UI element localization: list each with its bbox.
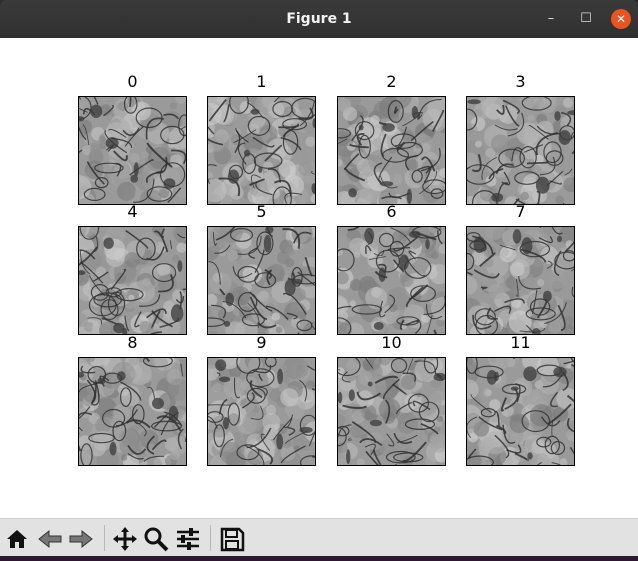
panel-title: 1 [256, 72, 267, 91]
toolbar-separator [210, 525, 211, 551]
back-icon[interactable] [36, 525, 64, 553]
panel-title: 9 [256, 333, 267, 352]
navigation-toolbar [0, 518, 638, 557]
em-image-panel [78, 226, 187, 335]
em-image-panel [207, 357, 316, 466]
em-image-panel [78, 96, 187, 205]
panel-title: 8 [127, 333, 138, 352]
em-image-panel [337, 357, 446, 466]
em-image-panel [337, 226, 446, 335]
em-image-panel [337, 96, 446, 205]
em-image-panel [466, 226, 575, 335]
panel-title: 4 [127, 202, 138, 221]
panel-title: 6 [386, 202, 397, 221]
em-image-panel [207, 96, 316, 205]
forward-icon[interactable] [67, 525, 95, 553]
minimize-button[interactable]: – [541, 9, 561, 29]
close-button[interactable]: ✕ [611, 9, 631, 29]
configure-subplots-icon[interactable] [174, 525, 202, 553]
panel-title: 10 [381, 333, 402, 352]
panel-title: 3 [515, 72, 526, 91]
panel-title: 5 [256, 202, 267, 221]
panel-title: 0 [127, 72, 138, 91]
terminal-strip [0, 556, 638, 561]
save-icon[interactable] [218, 525, 246, 553]
zoom-icon[interactable] [142, 525, 170, 553]
em-image-panel [78, 357, 187, 466]
pan-icon[interactable] [111, 525, 139, 553]
panel-title: 2 [386, 72, 397, 91]
window-titlebar[interactable]: Figure 1 – ☐ ✕ [0, 0, 638, 38]
figure-canvas[interactable]: 0 1 2 3 4 5 6 7 8 9 10 11 [0, 38, 638, 518]
em-image-panel [466, 96, 575, 205]
home-icon[interactable] [3, 525, 31, 553]
em-image-panel [207, 226, 316, 335]
em-image-panel [466, 357, 575, 466]
panel-title: 7 [515, 202, 526, 221]
panel-title: 11 [510, 333, 531, 352]
maximize-button[interactable]: ☐ [576, 9, 596, 29]
toolbar-separator [104, 525, 105, 551]
